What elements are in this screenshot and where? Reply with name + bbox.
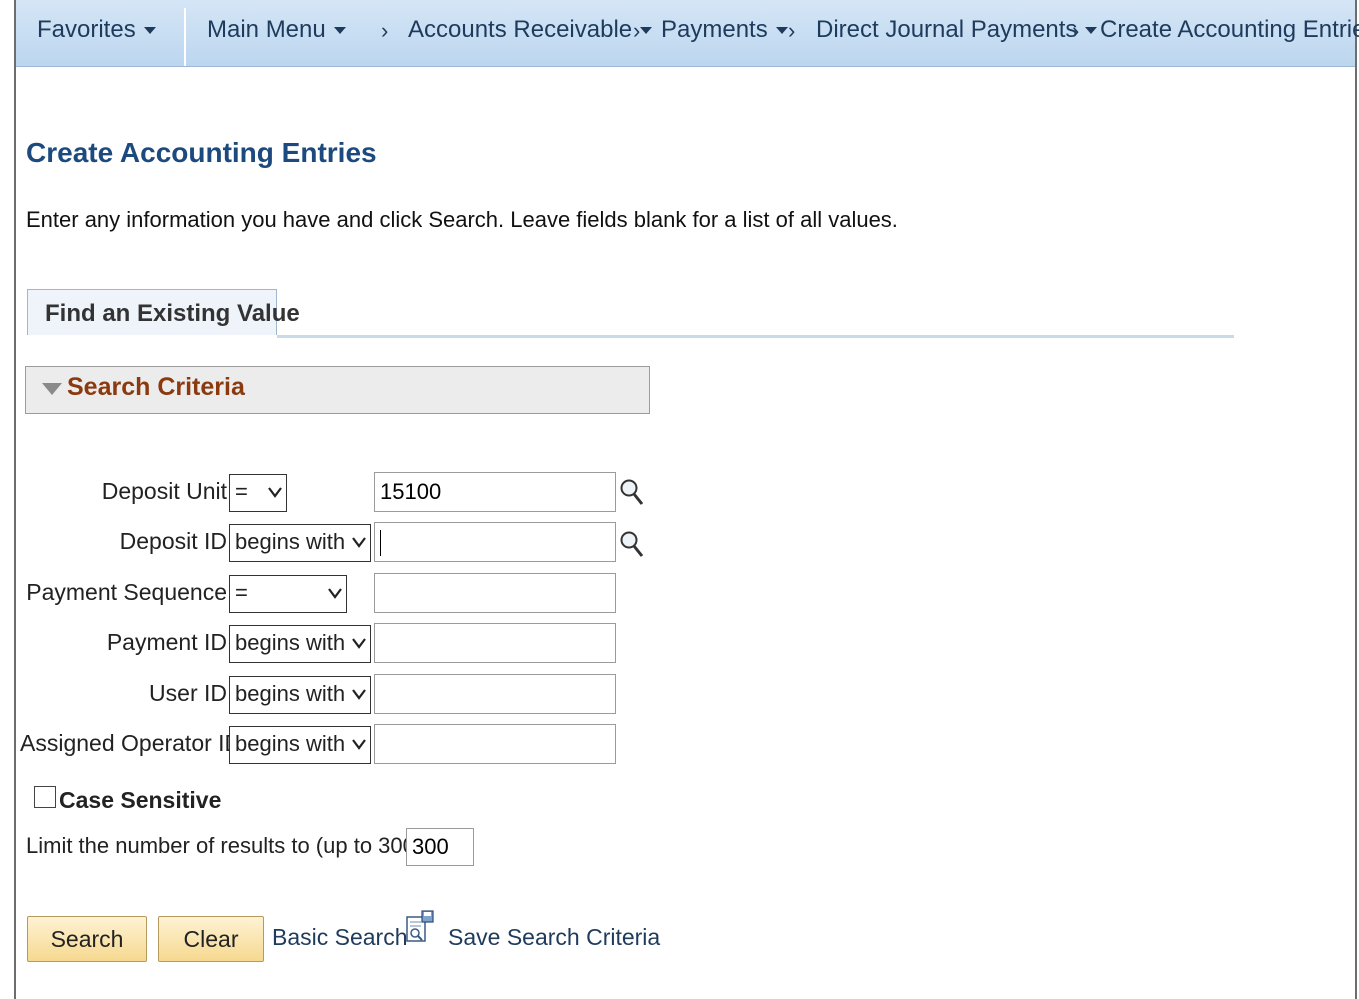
breadcrumb-separator-icon: ›: [1072, 18, 1080, 43]
chevron-down-icon: [352, 739, 366, 750]
operator-value: begins with: [235, 630, 346, 655]
deposit-unit-input[interactable]: 15100: [374, 472, 616, 512]
deposit-unit-lookup-icon[interactable]: [619, 477, 645, 507]
deposit-id-input[interactable]: [374, 522, 616, 562]
assigned-operator-id-input[interactable]: [374, 724, 616, 764]
deposit-unit-operator-select[interactable]: =: [229, 474, 287, 512]
user-id-operator-select[interactable]: begins with: [229, 676, 371, 714]
operator-value: begins with: [235, 731, 346, 756]
breadcrumb-payments[interactable]: Payments: [661, 16, 788, 44]
basic-search-link[interactable]: Basic Search: [272, 924, 408, 951]
user-id-label: User ID: [149, 680, 227, 706]
payment-sequence-label: Payment Sequence: [26, 579, 227, 605]
save-search-icon[interactable]: [405, 910, 435, 946]
breadcrumb-separator-icon: ›: [788, 18, 796, 43]
caret-down-icon: [143, 27, 156, 35]
case-sensitive-checkbox[interactable]: [34, 786, 56, 808]
search-criteria-label: Search Criteria: [67, 373, 245, 401]
tab-find-existing-value[interactable]: Find an Existing Value: [27, 289, 300, 335]
operator-value: begins with: [235, 681, 346, 706]
breadcrumb-separator-icon: ›: [633, 18, 641, 43]
breadcrumb-accounts-receivable[interactable]: Accounts Receivable: [408, 16, 653, 44]
caret-down-icon: [640, 27, 653, 35]
breadcrumb-label: Payments: [661, 16, 768, 43]
search-criteria-header[interactable]: Search Criteria: [25, 366, 650, 414]
assigned-operator-id-label: Assigned Operator ID: [20, 730, 242, 756]
payment-id-input[interactable]: [374, 623, 616, 663]
nav-divider: [184, 8, 186, 66]
case-sensitive-label: Case Sensitive: [59, 787, 222, 813]
search-instructions: Enter any information you have and click…: [26, 207, 898, 232]
collapse-triangle-icon: [42, 383, 62, 395]
chevron-down-icon: [352, 638, 366, 649]
top-nav-bar: Favorites Main Menu › Accounts Receivabl…: [16, 0, 1359, 67]
chevron-down-icon: [352, 537, 366, 548]
assigned-operator-id-operator-select[interactable]: begins with: [229, 726, 371, 764]
breadcrumb-label: Accounts Receivable: [408, 16, 633, 43]
breadcrumb-label: Direct Journal Payments: [816, 16, 1078, 43]
operator-value: begins with: [235, 529, 346, 554]
payment-sequence-input[interactable]: [374, 573, 616, 613]
payment-sequence-operator-select[interactable]: =: [229, 575, 347, 613]
save-search-criteria-link[interactable]: Save Search Criteria: [448, 924, 660, 951]
favorites-menu[interactable]: Favorites: [37, 16, 156, 44]
text-cursor: [380, 530, 381, 557]
breadcrumb-create-accounting-entries[interactable]: Create Accounting Entries: [1100, 16, 1359, 44]
tab-divider: [277, 335, 1234, 338]
chevron-down-icon: [328, 588, 342, 599]
operator-value: =: [235, 479, 248, 504]
payment-id-operator-select[interactable]: begins with: [229, 625, 371, 663]
chevron-down-icon: [268, 487, 282, 498]
deposit-id-operator-select[interactable]: begins with: [229, 524, 371, 562]
page-title: Create Accounting Entries: [26, 137, 377, 168]
clear-button[interactable]: Clear: [158, 916, 264, 962]
main-menu[interactable]: Main Menu: [207, 16, 346, 44]
user-id-input[interactable]: [374, 674, 616, 714]
deposit-unit-label: Deposit Unit: [101, 478, 227, 504]
limit-results-label: Limit the number of results to (up to 30…: [26, 833, 429, 858]
payment-id-label: Payment ID: [106, 629, 227, 655]
search-button[interactable]: Search: [27, 916, 147, 962]
main-menu-label: Main Menu: [207, 16, 326, 43]
breadcrumb-separator-icon: ›: [381, 18, 389, 43]
caret-down-icon: [775, 27, 788, 35]
deposit-id-lookup-icon[interactable]: [619, 529, 645, 559]
breadcrumb-label: Create Accounting Entries: [1100, 16, 1359, 43]
caret-down-icon: [1085, 27, 1098, 35]
caret-down-icon: [333, 27, 346, 35]
deposit-id-label: Deposit ID: [119, 528, 227, 554]
operator-value: =: [235, 580, 248, 605]
breadcrumb-direct-journal-payments[interactable]: Direct Journal Payments: [816, 16, 1098, 44]
limit-results-input[interactable]: 300: [406, 828, 474, 866]
favorites-label: Favorites: [37, 16, 136, 43]
chevron-down-icon: [352, 689, 366, 700]
